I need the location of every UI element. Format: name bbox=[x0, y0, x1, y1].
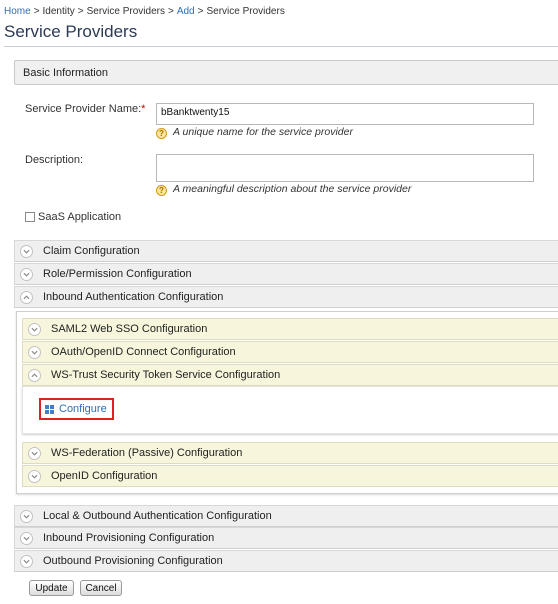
breadcrumb-separator: > bbox=[33, 6, 40, 17]
breadcrumb-separator: > bbox=[77, 6, 84, 17]
chevron-up-icon bbox=[28, 368, 41, 382]
help-icon: ? bbox=[156, 185, 167, 196]
service-provider-name-label: Service Provider Name:* bbox=[25, 103, 145, 115]
section-inbound-provisioning[interactable]: Inbound Provisioning Configuration bbox=[14, 527, 558, 549]
configure-link[interactable]: Configure bbox=[39, 398, 114, 420]
section-ws-trust-sts[interactable]: WS-Trust Security Token Service Configur… bbox=[22, 364, 558, 386]
section-label: Inbound Provisioning Configuration bbox=[43, 532, 215, 544]
chevron-down-icon bbox=[28, 322, 41, 336]
description-label: Description: bbox=[25, 154, 84, 166]
chevron-down-icon bbox=[28, 446, 41, 460]
section-claim-configuration[interactable]: Claim Configuration bbox=[14, 240, 558, 262]
description-hint: ? A meaningful description about the serv… bbox=[156, 183, 411, 196]
saas-application-label: SaaS Application bbox=[38, 211, 122, 223]
breadcrumb-separator: > bbox=[167, 6, 174, 17]
description-hint-text: A meaningful description about the servi… bbox=[173, 183, 412, 195]
chevron-down-icon bbox=[20, 554, 33, 568]
description-textarea[interactable] bbox=[156, 154, 534, 182]
section-oauth-openid-connect[interactable]: OAuth/OpenID Connect Configuration bbox=[22, 341, 558, 363]
section-label: OpenID Configuration bbox=[51, 470, 158, 482]
section-label: Role/Permission Configuration bbox=[43, 268, 192, 280]
section-outbound-provisioning[interactable]: Outbound Provisioning Configuration bbox=[14, 550, 558, 572]
section-ws-federation-passive[interactable]: WS-Federation (Passive) Configuration bbox=[22, 442, 558, 464]
section-local-outbound-authentication[interactable]: Local & Outbound Authentication Configur… bbox=[14, 505, 558, 527]
chevron-down-icon bbox=[20, 244, 33, 258]
breadcrumb-add-link[interactable]: Add bbox=[177, 6, 195, 17]
page-title: Service Providers bbox=[4, 22, 558, 47]
section-saml2-web-sso[interactable]: SAML2 Web SSO Configuration bbox=[22, 318, 558, 340]
cancel-button[interactable]: Cancel bbox=[80, 580, 122, 596]
chevron-down-icon bbox=[20, 267, 33, 281]
section-openid-configuration[interactable]: OpenID Configuration bbox=[22, 465, 558, 487]
name-hint-text: A unique name for the service provider bbox=[173, 126, 353, 138]
breadcrumb-current: Service Providers bbox=[206, 6, 285, 17]
section-inbound-authentication-configuration[interactable]: Inbound Authentication Configuration bbox=[14, 286, 558, 308]
service-provider-name-input[interactable]: bBanktwenty15 bbox=[156, 103, 534, 125]
name-hint: ? A unique name for the service provider bbox=[156, 126, 353, 139]
grid-icon bbox=[45, 404, 54, 414]
breadcrumb-separator: > bbox=[197, 6, 204, 17]
chevron-down-icon bbox=[28, 345, 41, 359]
section-label: SAML2 Web SSO Configuration bbox=[51, 323, 208, 335]
breadcrumb-home-link[interactable]: Home bbox=[4, 6, 31, 17]
configure-label: Configure bbox=[59, 403, 107, 415]
basic-information-header: Basic Information bbox=[14, 60, 558, 85]
section-label: Local & Outbound Authentication Configur… bbox=[43, 510, 272, 522]
update-button[interactable]: Update bbox=[29, 580, 74, 596]
chevron-down-icon bbox=[28, 469, 41, 483]
section-label: WS-Federation (Passive) Configuration bbox=[51, 447, 243, 459]
section-label: WS-Trust Security Token Service Configur… bbox=[51, 369, 281, 381]
section-label: Claim Configuration bbox=[43, 245, 140, 257]
breadcrumb-service-providers: Service Providers bbox=[86, 6, 165, 17]
name-label-text: Service Provider Name: bbox=[25, 103, 142, 115]
breadcrumb: Home > Identity > Service Providers > Add > Serv… bbox=[4, 6, 285, 17]
section-label: OAuth/OpenID Connect Configuration bbox=[51, 346, 236, 358]
section-label: Inbound Authentication Configuration bbox=[43, 291, 224, 303]
chevron-down-icon bbox=[20, 509, 33, 523]
breadcrumb-identity: Identity bbox=[42, 6, 75, 17]
section-label: Outbound Provisioning Configuration bbox=[43, 555, 223, 567]
saas-application-checkbox[interactable] bbox=[25, 212, 35, 222]
saas-application-option[interactable]: SaaS Application bbox=[25, 211, 121, 223]
chevron-down-icon bbox=[20, 531, 33, 545]
section-role-permission-configuration[interactable]: Role/Permission Configuration bbox=[14, 263, 558, 285]
help-icon: ? bbox=[156, 128, 167, 139]
chevron-up-icon bbox=[20, 290, 33, 304]
required-mark: * bbox=[141, 103, 146, 115]
